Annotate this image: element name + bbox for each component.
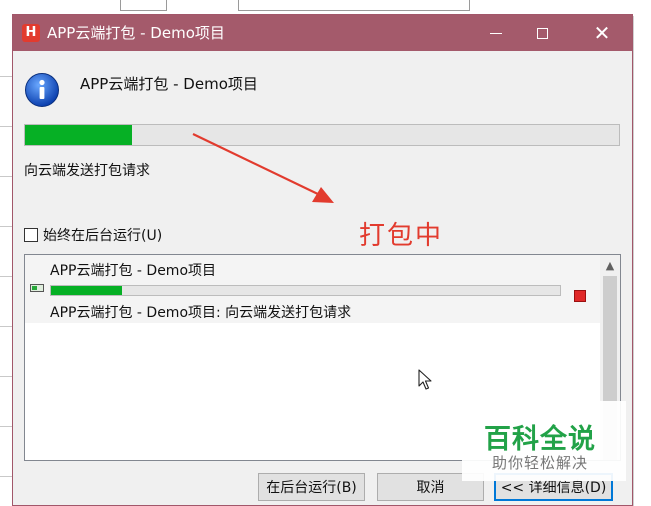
- watermark-title: 百科全说: [484, 424, 596, 455]
- watermark: 百科全说 助你轻松解决: [462, 401, 626, 481]
- watermark-subtitle: 助你轻松解决: [492, 454, 589, 472]
